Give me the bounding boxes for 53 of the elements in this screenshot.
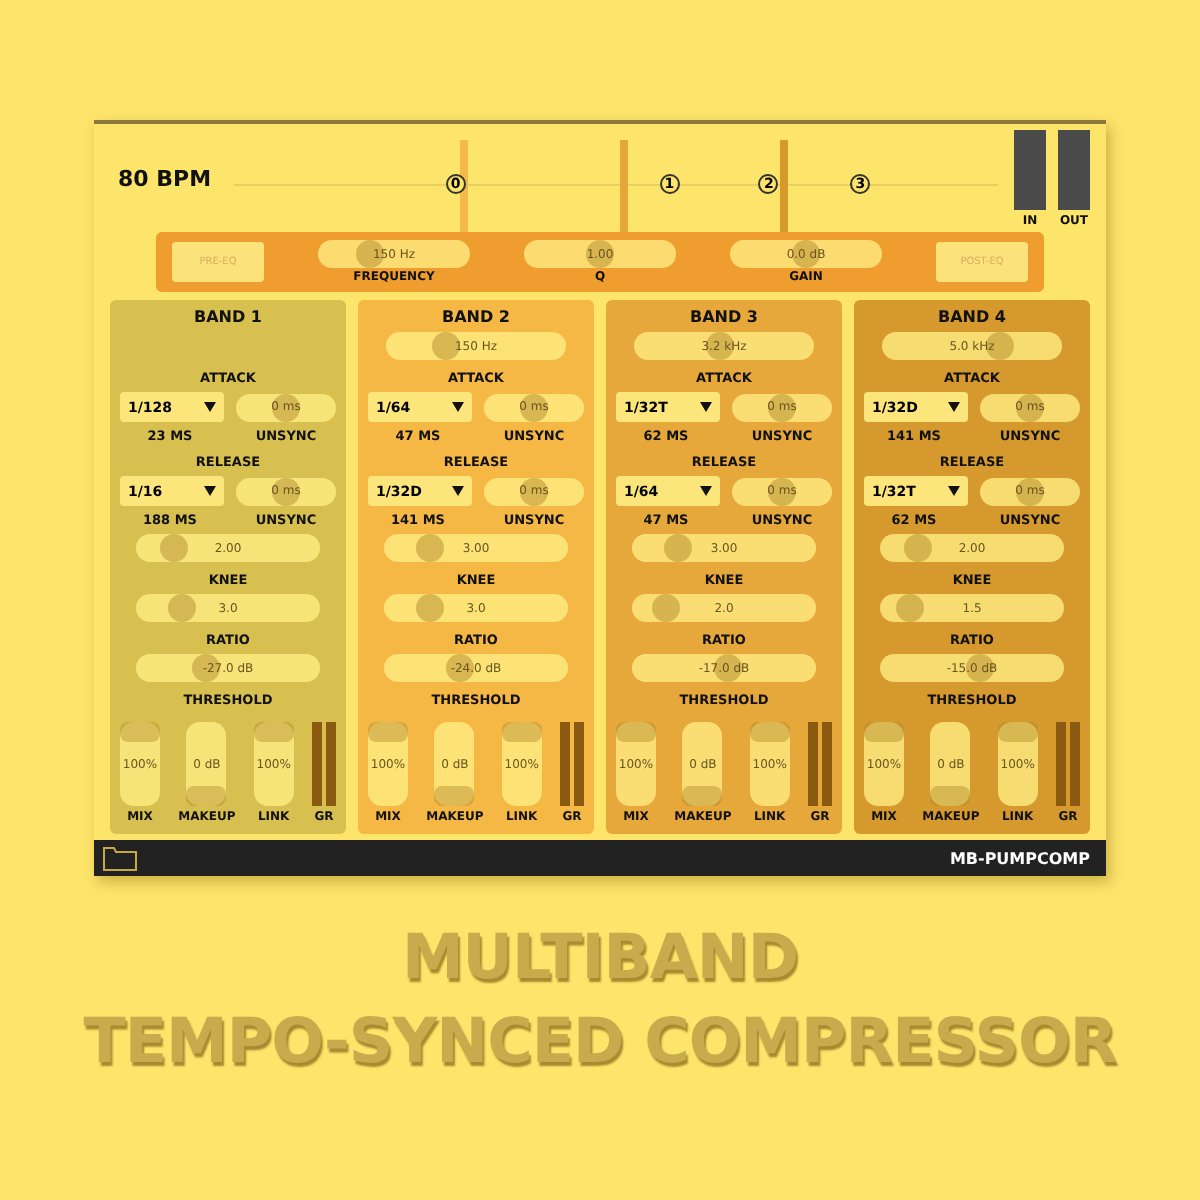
slider-thumb[interactable] <box>368 722 408 742</box>
slider-thumb[interactable] <box>434 786 475 806</box>
slider-thumb[interactable] <box>895 594 924 622</box>
slider-thumb[interactable] <box>272 477 300 505</box>
slider-thumb[interactable] <box>864 722 904 742</box>
slider-thumb[interactable] <box>415 534 444 562</box>
caret-icon <box>700 402 712 412</box>
slider-thumb[interactable] <box>930 786 971 806</box>
caret-icon <box>948 402 960 412</box>
slider-thumb[interactable] <box>159 534 188 562</box>
headline: MULTIBAND <box>401 920 799 998</box>
band-title: BAND 1 <box>194 308 262 326</box>
caret-icon <box>452 402 464 412</box>
slider-thumb[interactable] <box>186 786 227 806</box>
slider-thumb[interactable] <box>120 722 160 742</box>
slider-thumb[interactable] <box>663 534 692 562</box>
band-title: BAND 4 <box>938 308 1006 326</box>
slider-thumb[interactable] <box>272 393 300 421</box>
gain-reduction-meter <box>1055 722 1080 806</box>
band-title: BAND 2 <box>442 308 510 326</box>
slider-thumb[interactable] <box>749 722 790 742</box>
slider-thumb[interactable] <box>253 722 294 742</box>
caret-icon <box>700 486 712 496</box>
slider-thumb[interactable] <box>903 534 932 562</box>
folder-icon[interactable] <box>102 844 138 872</box>
gain-reduction-meter <box>311 722 336 806</box>
slider-thumb[interactable] <box>415 594 444 622</box>
band-title: BAND 3 <box>690 308 758 326</box>
slider-thumb[interactable] <box>520 477 548 505</box>
slider-thumb[interactable] <box>586 240 614 268</box>
slider-thumb[interactable] <box>768 477 796 505</box>
slider-thumb[interactable] <box>616 722 656 742</box>
level-meter <box>1014 130 1046 210</box>
slider-thumb[interactable] <box>997 722 1038 742</box>
slider-thumb[interactable] <box>167 594 196 622</box>
tempo-label: 80 BPM <box>118 165 214 191</box>
slider-thumb[interactable] <box>1016 477 1044 505</box>
slider-thumb[interactable] <box>1016 393 1044 421</box>
slider-thumb[interactable] <box>520 393 548 421</box>
slider-thumb[interactable] <box>431 332 460 360</box>
slider-thumb[interactable] <box>768 393 796 421</box>
gain-reduction-meter <box>807 722 832 806</box>
headline: TEMPO-SYNCED COMPRESSOR <box>83 1004 1117 1082</box>
slider-thumb[interactable] <box>682 786 723 806</box>
plugin-name: MB-PUMPCOMP <box>949 849 1090 867</box>
gain-reduction-meter <box>559 722 584 806</box>
caret-icon <box>948 486 960 496</box>
caret-icon <box>452 486 464 496</box>
caret-icon <box>204 486 216 496</box>
caret-icon <box>204 402 216 412</box>
slider-thumb[interactable] <box>652 594 681 622</box>
slider-thumb[interactable] <box>501 722 542 742</box>
level-meter <box>1058 130 1090 210</box>
